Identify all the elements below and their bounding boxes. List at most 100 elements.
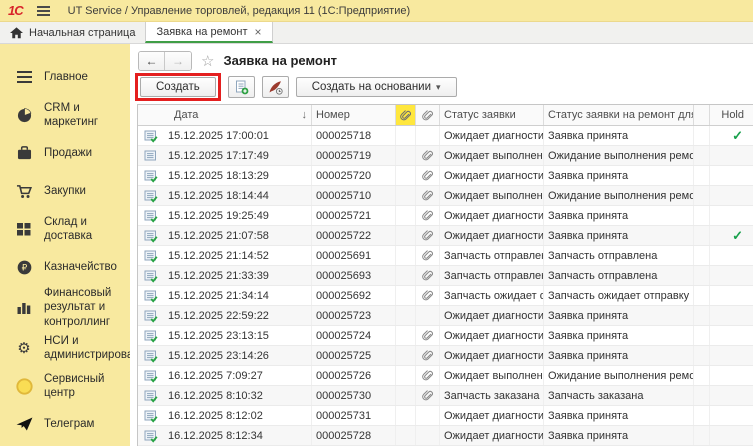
- cell-client-status: Ожидание выполнения ремонта: [544, 146, 694, 165]
- cell-date: 15.12.2025 22:59:22: [164, 306, 312, 325]
- cell-spacer: [694, 166, 710, 185]
- header-client-status[interactable]: Статус заявки на ремонт для кл...: [544, 105, 694, 125]
- table-row[interactable]: 15.12.2025 21:07:58 000025722 Ожидает ди…: [138, 226, 753, 246]
- table-row[interactable]: 15.12.2025 21:14:52 000025691 Запчасть о…: [138, 246, 753, 266]
- cell-date: 15.12.2025 18:13:29: [164, 166, 312, 185]
- cell-request-status: Ожидает диагностики: [440, 426, 544, 445]
- table-row[interactable]: 16.12.2025 7:09:27 000025726 Ожидает вып…: [138, 366, 753, 386]
- tab-repair-request[interactable]: Заявка на ремонт ×: [145, 22, 272, 43]
- cell-number: 000025721: [312, 206, 396, 225]
- create-based-on-button[interactable]: Создать на основании▾: [296, 77, 457, 97]
- cell-hold: [710, 406, 753, 425]
- table-row[interactable]: 15.12.2025 18:14:44 000025710 Ожидает вы…: [138, 186, 753, 206]
- cell-client-status: Ожидание выполнения ремонта: [544, 186, 694, 205]
- forward-button[interactable]: →: [165, 52, 191, 70]
- header-attachment[interactable]: [416, 105, 440, 125]
- paperclip-icon: [422, 190, 433, 201]
- sidebar-item-nsi-admin[interactable]: ⚙ НСИ и администрирование: [0, 329, 130, 367]
- cell-hold: [710, 166, 753, 185]
- table-header-row: Дата ↓ Номер Статус заявки Статус заявки…: [138, 105, 753, 126]
- back-button[interactable]: ←: [139, 52, 165, 70]
- sidebar-item-telegram[interactable]: Телеграм: [0, 405, 130, 443]
- sidebar-item-crm[interactable]: CRM и маркетинг: [0, 96, 130, 134]
- briefcase-icon: [15, 146, 33, 160]
- tab-close-icon[interactable]: ×: [255, 25, 262, 39]
- paperclip-icon: [422, 170, 433, 181]
- 1c-logo: 1С: [8, 3, 23, 18]
- page-title: Заявка на ремонт: [223, 53, 337, 68]
- table-row[interactable]: 16.12.2025 8:12:34 000025728 Ожидает диа…: [138, 426, 753, 446]
- create-by-copy-button[interactable]: [228, 76, 255, 98]
- table-row[interactable]: 15.12.2025 23:13:15 000025724 Ожидает ди…: [138, 326, 753, 346]
- sign-button[interactable]: [262, 76, 289, 98]
- cell-request-status: Ожидает выполнени...: [440, 186, 544, 205]
- sidebar-item-treasury[interactable]: ₽ Казначейство: [0, 248, 130, 286]
- create-button[interactable]: Создать: [140, 77, 216, 97]
- sidebar-item-purchases[interactable]: Закупки: [0, 172, 130, 210]
- table-row[interactable]: 15.12.2025 17:17:49 000025719 Ожидает вы…: [138, 146, 753, 166]
- table-row[interactable]: 15.12.2025 23:14:26 000025725 Ожидает ди…: [138, 346, 753, 366]
- table-row[interactable]: 15.12.2025 17:00:01 000025718 Ожидает ди…: [138, 126, 753, 146]
- cell-spacer: [694, 186, 710, 205]
- table-row[interactable]: 15.12.2025 21:34:14 000025692 Запчасть о…: [138, 286, 753, 306]
- cell-attachment: [416, 186, 440, 205]
- sidebar-item-sales[interactable]: Продажи: [0, 134, 130, 172]
- table-row[interactable]: 15.12.2025 21:33:39 000025693 Запчасть о…: [138, 266, 753, 286]
- table-row[interactable]: 16.12.2025 8:12:02 000025731 Ожидает диа…: [138, 406, 753, 426]
- cell-spacer: [694, 386, 710, 405]
- document-state-icon: [138, 366, 164, 385]
- cell-request-status: Запчасть ожидает от...: [440, 286, 544, 305]
- cell-attachment-highlighted: [396, 226, 416, 245]
- cell-request-status: Запчасть отправлена: [440, 246, 544, 265]
- table-row[interactable]: 16.12.2025 8:10:32 000025730 Запчасть за…: [138, 386, 753, 406]
- table-row[interactable]: 15.12.2025 18:13:29 000025720 Ожидает ди…: [138, 166, 753, 186]
- sidebar-item-main[interactable]: Главное: [0, 58, 130, 96]
- cell-date: 16.12.2025 8:12:02: [164, 406, 312, 425]
- paperclip-icon: [422, 290, 433, 301]
- cell-attachment: [416, 226, 440, 245]
- cell-request-status: Ожидает диагностики: [440, 346, 544, 365]
- sidebar-item-warehouse[interactable]: Склад и доставка: [0, 210, 130, 248]
- main-menu-icon[interactable]: [37, 6, 50, 16]
- table-row[interactable]: 15.12.2025 19:25:49 000025721 Ожидает ди…: [138, 206, 753, 226]
- sidebar-item-service-center[interactable]: Сервисный центр: [0, 367, 130, 405]
- sidebar: Главное CRM и маркетинг Продажи Закупки: [0, 44, 130, 446]
- cell-attachment: [416, 266, 440, 285]
- header-date[interactable]: Дата ↓: [138, 105, 312, 125]
- tab-home[interactable]: Начальная страница: [0, 22, 145, 43]
- cell-attachment: [416, 206, 440, 225]
- content-area: ← → ☆ Заявка на ремонт Создать: [130, 44, 753, 446]
- cell-attachment-highlighted: [396, 326, 416, 345]
- cell-spacer: [694, 306, 710, 325]
- paperclip-icon: [422, 150, 433, 161]
- cell-client-status: Запчасть отправлена: [544, 246, 694, 265]
- window-titlebar: 1С UT Service / Управление торговлей, ре…: [0, 0, 753, 22]
- cell-attachment: [416, 246, 440, 265]
- cell-number: 000025718: [312, 126, 396, 145]
- paperclip-icon: [422, 110, 433, 121]
- cell-hold: [710, 306, 753, 325]
- cell-number: 000025710: [312, 186, 396, 205]
- cell-attachment-highlighted: [396, 426, 416, 445]
- cell-hold: [710, 206, 753, 225]
- cell-client-status: Заявка принята: [544, 346, 694, 365]
- cell-spacer: [694, 146, 710, 165]
- cell-date: 16.12.2025 8:12:34: [164, 426, 312, 445]
- header-request-status[interactable]: Статус заявки: [440, 105, 544, 125]
- cell-hold: [710, 386, 753, 405]
- table-row[interactable]: 15.12.2025 22:59:22 000025723 Ожидает ди…: [138, 306, 753, 326]
- document-state-icon: [138, 426, 164, 445]
- header-attachment-highlighted[interactable]: [396, 105, 416, 125]
- favorite-star-icon[interactable]: ☆: [201, 52, 214, 70]
- cell-hold: [710, 246, 753, 265]
- list-toolbar: Создать Создать: [130, 72, 753, 104]
- sidebar-item-finance[interactable]: Финансовый результат и контроллинг: [0, 286, 130, 329]
- header-number[interactable]: Номер: [312, 105, 396, 125]
- cell-request-status: Ожидает диагностики: [440, 326, 544, 345]
- cell-spacer: [694, 426, 710, 445]
- gear-icon: ⚙: [15, 341, 33, 356]
- cell-date: 15.12.2025 23:14:26: [164, 346, 312, 365]
- header-hold[interactable]: Hold: [710, 105, 753, 125]
- cell-number: 000025725: [312, 346, 396, 365]
- paperclip-icon: [422, 350, 433, 361]
